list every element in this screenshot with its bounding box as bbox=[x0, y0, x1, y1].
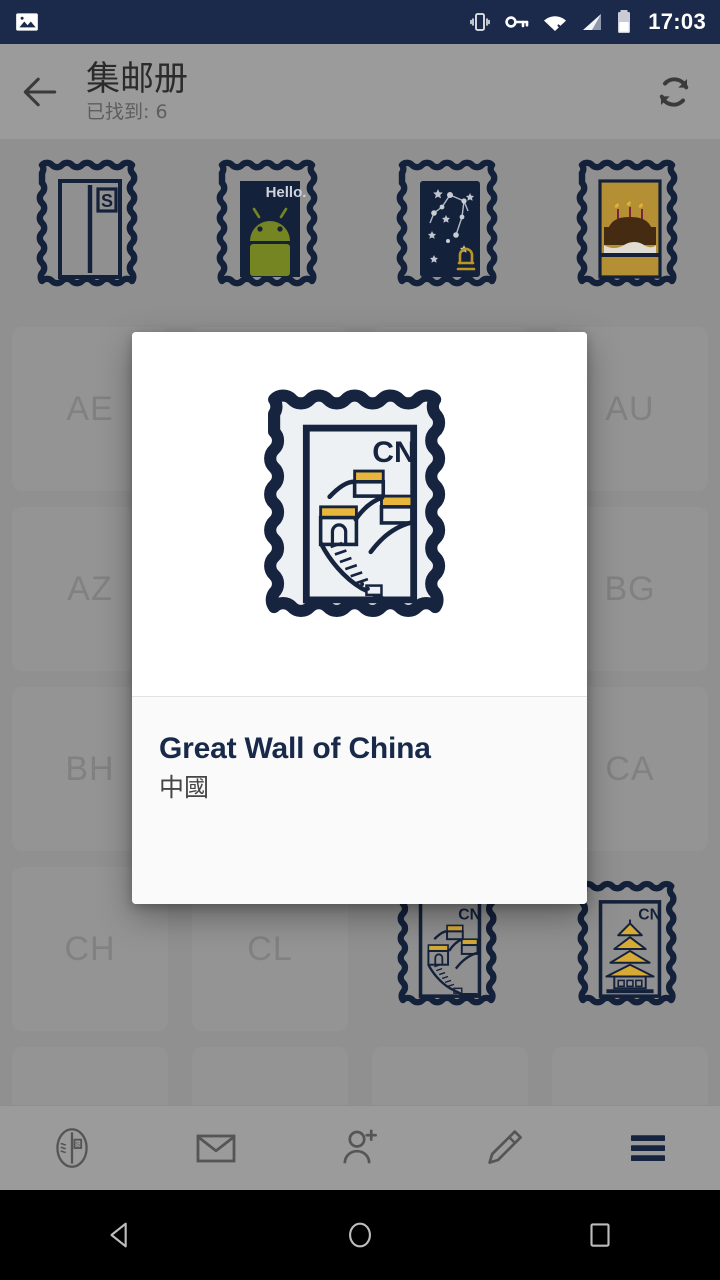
status-bar: 17:03 bbox=[0, 0, 720, 44]
app-bar-titles: 集邮册 已找到: 6 bbox=[80, 60, 628, 124]
recents-square-icon bbox=[590, 1223, 610, 1247]
battery-icon bbox=[618, 10, 631, 33]
pencil-icon bbox=[488, 1130, 522, 1164]
system-home-button[interactable] bbox=[240, 1218, 480, 1252]
status-bar-clock: 17:03 bbox=[648, 9, 706, 34]
album-icon: S bbox=[56, 1128, 88, 1168]
hamburger-menu-icon bbox=[631, 1135, 665, 1161]
system-back-button[interactable] bbox=[0, 1218, 240, 1252]
dialog-stamp-image: CN bbox=[132, 332, 587, 696]
wifi-off-icon bbox=[544, 16, 567, 31]
dialog-title: Great Wall of China bbox=[159, 732, 431, 765]
vibrate-icon bbox=[470, 13, 491, 31]
dialog-text-block: Great Wall of China 中國 bbox=[132, 696, 587, 904]
android-system-navigation bbox=[0, 1190, 720, 1280]
vpn-key-icon bbox=[505, 16, 529, 28]
stamp-detail-dialog: CN Great Wall of China 中國 bbox=[132, 332, 587, 904]
refresh-icon bbox=[659, 76, 689, 107]
envelope-icon bbox=[196, 1134, 236, 1163]
back-triangle-icon bbox=[110, 1222, 127, 1248]
nav-menu-button[interactable] bbox=[576, 1106, 720, 1191]
status-bar-right: 17:03 bbox=[468, 9, 706, 35]
add-person-icon bbox=[343, 1129, 377, 1164]
system-recents-button[interactable] bbox=[480, 1218, 720, 1252]
dialog-subtitle: 中國 bbox=[159, 773, 210, 802]
home-circle-icon bbox=[349, 1222, 371, 1248]
nav-mail-button[interactable] bbox=[144, 1106, 288, 1191]
nav-album-button[interactable]: S bbox=[0, 1106, 144, 1191]
page-subtitle: 已找到: 6 bbox=[86, 100, 168, 123]
bottom-navigation: S bbox=[0, 1105, 720, 1190]
photo-icon bbox=[16, 13, 38, 31]
page-title: 集邮册 bbox=[86, 58, 188, 99]
cellular-signal-icon bbox=[583, 14, 602, 30]
back-arrow-icon bbox=[23, 77, 57, 106]
status-bar-left bbox=[14, 9, 40, 35]
app-bar: 集邮册 已找到: 6 bbox=[0, 44, 720, 139]
back-button[interactable] bbox=[0, 44, 80, 139]
great-wall-stamp-icon: CN bbox=[263, 389, 445, 617]
svg-text:CN: CN bbox=[372, 436, 415, 469]
nav-compose-button[interactable] bbox=[432, 1106, 576, 1191]
nav-add-contact-button[interactable] bbox=[288, 1106, 432, 1191]
svg-text:S: S bbox=[76, 1142, 80, 1149]
refresh-button[interactable] bbox=[628, 44, 720, 139]
